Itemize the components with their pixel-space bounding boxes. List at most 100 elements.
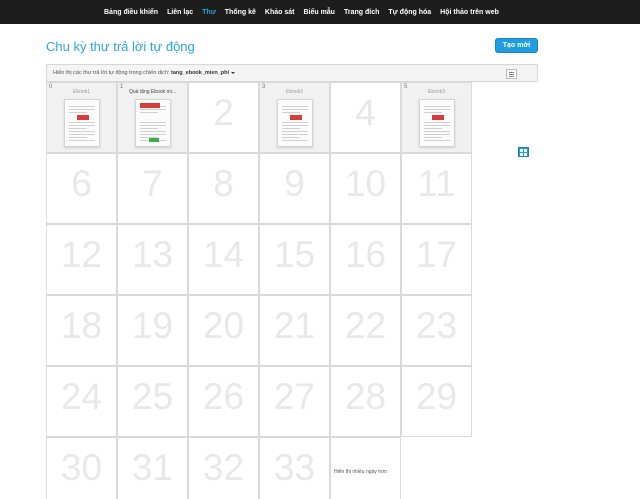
message-title[interactable]: Ebook1 <box>47 89 116 95</box>
calendar-day-cell[interactable]: 33 <box>259 437 330 499</box>
calendar-day-cell[interactable]: 18 <box>46 295 117 366</box>
calendar-day-cell[interactable]: 14 <box>188 224 259 295</box>
thumbnail-text-line <box>282 112 300 113</box>
day-number: 9 <box>284 163 305 204</box>
thumbnail-text-line <box>424 137 442 138</box>
day-number: 17 <box>415 234 458 275</box>
day-number: 33 <box>273 447 316 488</box>
calendar-day-cell[interactable]: 2 <box>188 82 259 153</box>
thumbnail-text-line <box>69 125 95 126</box>
thumbnail-text-line <box>282 106 308 107</box>
campaign-filter-label: Hiển thị các thư trả lời tự động trong c… <box>53 70 170 76</box>
calendar-day-cell[interactable]: 23 <box>401 295 472 366</box>
message-thumbnail[interactable] <box>277 99 313 147</box>
calendar-day-cell[interactable]: 5 Ebook3 <box>401 82 472 153</box>
thumbnail-text-line <box>424 122 450 123</box>
grid-view-button[interactable] <box>518 147 529 157</box>
day-number: 32 <box>202 447 245 488</box>
thumbnail-text-line <box>69 112 87 113</box>
nav-item-0[interactable]: Bảng điều khiển <box>104 9 158 16</box>
day-number: 23 <box>415 305 458 346</box>
thumbnail-banner <box>432 115 444 120</box>
calendar-day-cell[interactable]: 1 Quà tặng Ebook mi... <box>117 82 188 153</box>
calendar-day-cell[interactable]: 16 <box>330 224 401 295</box>
grid-view-icon-square <box>524 149 527 152</box>
calendar-day-cell[interactable]: 22 <box>330 295 401 366</box>
message-title[interactable]: Quà tặng Ebook mi... <box>118 89 187 95</box>
calendar-day-cell[interactable]: 28 <box>330 366 401 437</box>
campaign-name[interactable]: tang_ebook_mien_phi <box>171 70 229 76</box>
grid-view-icon[interactable] <box>520 149 523 152</box>
day-number: 27 <box>273 376 316 417</box>
thumbnail-text-line <box>282 134 308 135</box>
chevron-down-icon[interactable] <box>231 71 236 74</box>
day-number: 12 <box>60 234 103 275</box>
calendar-day-cell[interactable]: 13 <box>117 224 188 295</box>
thumbnail-text-line <box>69 131 95 132</box>
day-number: 19 <box>131 305 174 346</box>
calendar-day-cell[interactable]: 19 <box>117 295 188 366</box>
calendar-day-cell[interactable]: 29 <box>401 366 472 437</box>
calendar-day-cell[interactable]: 4 <box>330 82 401 153</box>
day-number: 31 <box>131 447 174 488</box>
calendar-day-cell[interactable]: 17 <box>401 224 472 295</box>
calendar-day-cell[interactable]: 0 Ebook1 <box>46 82 117 153</box>
top-navigation-bar: Bảng điều khiển Liên lạc Thư Thống kê Khảo s… <box>0 0 640 24</box>
thumbnail-text-line <box>69 140 95 141</box>
thumbnail-text-line <box>69 137 87 138</box>
message-title[interactable]: Ebook3 <box>402 89 471 95</box>
thumbnail-banner <box>290 115 302 120</box>
calendar-day-cell[interactable]: 15 <box>259 224 330 295</box>
campaign-filter: Hiển thị các thư trả lời tự động trong c… <box>53 70 236 76</box>
calendar-day-cell[interactable]: 21 <box>259 295 330 366</box>
thumbnail-text-line <box>69 128 87 129</box>
calendar-day-cell[interactable]: 9 <box>259 153 330 224</box>
grid-view-icon-square <box>524 153 527 156</box>
calendar-day-cell[interactable]: 8 <box>188 153 259 224</box>
day-number: 30 <box>60 447 103 488</box>
calendar-day-cell[interactable]: 20 <box>188 295 259 366</box>
nav-item-7[interactable]: Tự động hóa <box>388 9 431 16</box>
day-number: 4 <box>355 92 376 133</box>
thumbnail-text-line <box>282 137 300 138</box>
message-thumbnail[interactable] <box>135 99 171 147</box>
calendar-day-cell[interactable]: 27 <box>259 366 330 437</box>
message-title[interactable]: Ebook2 <box>260 89 329 95</box>
list-view-icon[interactable] <box>509 72 514 73</box>
nav-item-8[interactable]: Hội thảo trên web <box>440 9 499 16</box>
calendar-day-cell[interactable]: 30 <box>46 437 117 499</box>
day-number: 13 <box>131 234 174 275</box>
day-number: 18 <box>60 305 103 346</box>
show-more-days-link[interactable]: Hiển thị nhiều ngày hơn <box>334 469 387 475</box>
list-view-button[interactable] <box>506 69 517 79</box>
thumbnail-text-line <box>69 106 95 107</box>
calendar-day-cell[interactable]: 25 <box>117 366 188 437</box>
calendar-day-cell[interactable]: 3 Ebook2 <box>259 82 330 153</box>
day-number: 16 <box>344 234 387 275</box>
calendar-day-cell[interactable]: 12 <box>46 224 117 295</box>
calendar-day-cell[interactable]: 26 <box>188 366 259 437</box>
calendar-day-cell[interactable]: 11 <box>401 153 472 224</box>
calendar-day-cell[interactable]: 7 <box>117 153 188 224</box>
calendar-day-cell[interactable]: 31 <box>117 437 188 499</box>
day-number: 6 <box>71 163 92 204</box>
message-thumbnail[interactable] <box>64 99 100 147</box>
calendar-day-cell[interactable]: 10 <box>330 153 401 224</box>
nav-item-2[interactable]: Thư <box>202 9 216 16</box>
nav-item-4[interactable]: Khảo sát <box>265 9 295 16</box>
nav-item-1[interactable]: Liên lạc <box>167 9 193 16</box>
calendar-day-cell[interactable]: 32 <box>188 437 259 499</box>
calendar-day-cell[interactable]: 6 <box>46 153 117 224</box>
thumbnail-text-line <box>69 109 95 110</box>
create-new-button[interactable]: Tạo mới <box>495 38 538 53</box>
calendar-day-cell[interactable]: 24 <box>46 366 117 437</box>
thumbnail-text-line <box>140 131 166 132</box>
thumbnail-text-line <box>140 122 166 123</box>
nav-item-6[interactable]: Trang đích <box>344 9 379 16</box>
nav-item-5[interactable]: Biểu mẫu <box>303 9 335 16</box>
campaign-dropdown[interactable]: tang_ebook_mien_phi <box>171 70 236 76</box>
message-thumbnail[interactable] <box>419 99 455 147</box>
nav-item-3[interactable]: Thống kê <box>225 9 256 16</box>
day-number: 24 <box>60 376 103 417</box>
thumbnail-text-line <box>140 109 166 110</box>
